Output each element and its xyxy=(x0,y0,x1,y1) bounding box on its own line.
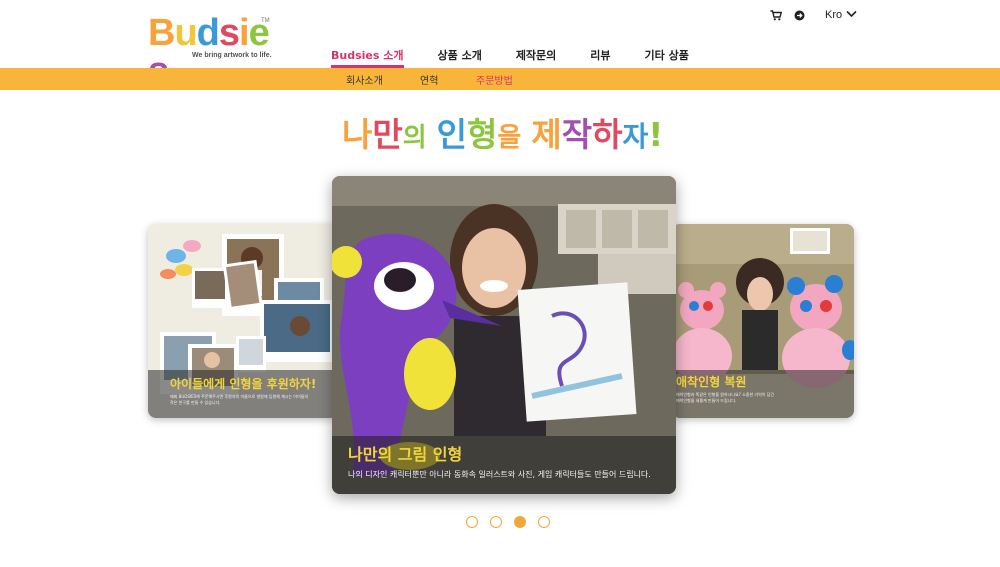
headline-char: 만 xyxy=(372,115,403,154)
slide-description: 애착인형을 새롭게 만들어 드립니다. xyxy=(676,398,737,403)
carousel-dot-2[interactable] xyxy=(490,516,502,528)
chevron-down-icon xyxy=(846,9,857,21)
slide-caption: 아이들에게 인형을 후원하자! 매회 BUDSIES에 주문해주시면 후원자의 … xyxy=(148,370,338,418)
slide-title: 아이들에게 인형을 후원하자! xyxy=(170,377,317,391)
headline-char: 자 xyxy=(622,120,649,153)
trademark-mark: TM xyxy=(261,18,270,24)
slide-caption: 나만의 그림 인형 나의 디자인 캐릭터뿐만 아니라 동화속 일러스트와 사진,… xyxy=(332,436,676,494)
slide-title: 애착인형 복원 xyxy=(676,375,747,389)
slide-title: 나만의 그림 인형 xyxy=(348,445,463,464)
headline-char: 형 xyxy=(467,115,498,154)
sub-nav: 회사소개 연혁 주문방법 xyxy=(0,68,1000,90)
carousel-dot-4[interactable] xyxy=(538,516,550,528)
logo-letter: i xyxy=(239,12,250,54)
headline-char: 하 xyxy=(592,115,623,154)
subnav-item-how-to-order[interactable]: 주문방법 xyxy=(476,72,513,87)
language-selector[interactable]: Kro xyxy=(825,7,857,23)
carousel-dot-1[interactable] xyxy=(466,516,478,528)
carousel-pagination xyxy=(466,516,562,528)
carousel-slide-donation[interactable]: 아이들에게 인형을 후원하자! 매회 BUDSIES에 주문해주시면 후원자의 … xyxy=(148,224,338,418)
slide-description: 작은 친구를 만들 수 있습니다. xyxy=(170,400,221,405)
nav-item-reviews[interactable]: 리뷰 xyxy=(590,48,610,68)
headline-char: 작 xyxy=(561,115,593,154)
logo-letter: u xyxy=(174,12,197,54)
nav-item-about[interactable]: Budsies 소개 xyxy=(331,48,404,68)
logo-letter: s xyxy=(218,12,240,54)
headline-char: 제 xyxy=(531,115,562,154)
logo-letter: d xyxy=(196,12,220,54)
cart-icon[interactable] xyxy=(770,7,784,23)
language-label: Kro xyxy=(825,9,843,21)
carousel-slide-drawing-plush[interactable]: 나만의 그림 인형 나의 디자인 캐릭터뿐만 아니라 동화속 일러스트와 사진,… xyxy=(332,176,676,494)
site-header: Budsies TM We bring artwork to life. Kro… xyxy=(0,0,1000,90)
logo-letter: B xyxy=(148,12,175,54)
budsies-logo[interactable]: Budsies TM We bring artwork to life. xyxy=(148,12,273,90)
nav-item-inquiry[interactable]: 제작문의 xyxy=(516,48,556,68)
subnav-item-company[interactable]: 회사소개 xyxy=(346,72,383,87)
subnav-item-history[interactable]: 연혁 xyxy=(420,72,438,87)
headline-char: 을 xyxy=(497,123,522,153)
sign-in-icon[interactable] xyxy=(794,7,806,23)
slide-caption: 애착인형 복원 애착인형과 똑같은 인형을 원하시나요? 소중한 기억이 담긴 … xyxy=(672,370,854,418)
main-nav: Budsies 소개 상품 소개 제작문의 리뷰 기타 상품 xyxy=(331,48,723,68)
nav-item-other-products[interactable]: 기타 상품 xyxy=(645,48,689,68)
headline-char: ! xyxy=(648,115,664,154)
page-headline: 나만의 인형을 제작하자! xyxy=(342,112,663,158)
headline-char: 의 xyxy=(402,123,427,153)
slide-description: 나의 디자인 캐릭터뿐만 아니라 동화속 일러스트와 사진, 게임 캐릭터들도 … xyxy=(348,470,651,479)
headline-char: 나 xyxy=(342,115,373,154)
carousel-slide-restoration[interactable]: 애착인형 복원 애착인형과 똑같은 인형을 원하시나요? 소중한 기억이 담긴 … xyxy=(672,224,854,418)
logo-tagline: We bring artwork to life. xyxy=(192,52,272,59)
carousel-dot-3[interactable] xyxy=(514,516,526,528)
nav-item-products[interactable]: 상품 소개 xyxy=(438,48,482,68)
headline-char: 인 xyxy=(436,115,468,154)
